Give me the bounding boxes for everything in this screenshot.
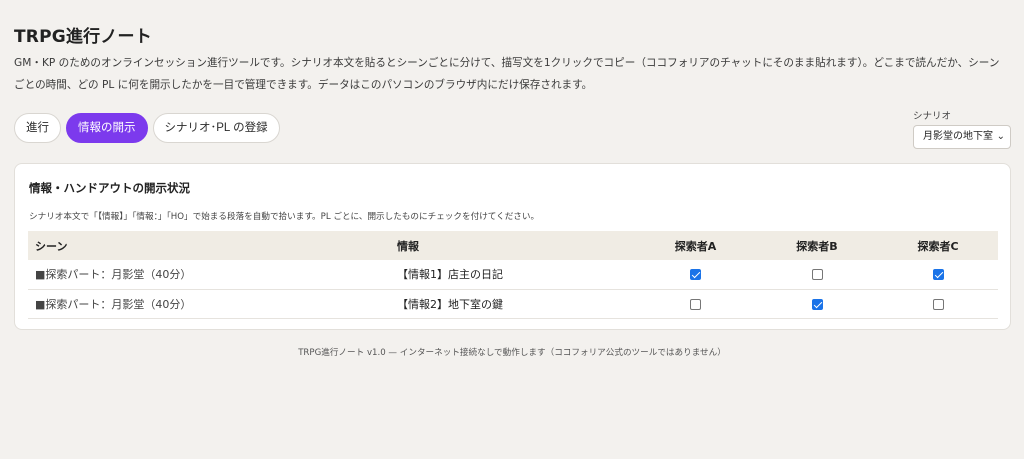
disclosure-checkbox[interactable]: [932, 269, 944, 281]
disclosure-card: 情報・ハンドアウトの開示状況 シナリオ本文で「【情報】」「情報：」「HO」で始ま…: [14, 163, 1011, 330]
scenario-select-value: 月影堂の地下室: [923, 131, 993, 142]
tab-progress[interactable]: 進行: [14, 113, 61, 143]
row-info: 【情報2】地下室の鍵: [397, 297, 503, 311]
table-row: ■探索パート：月影堂（40分） 【情報1】店主の日記: [28, 260, 998, 289]
tab-bar: 進行 情報の開示 シナリオ･PL の登録: [14, 113, 280, 143]
column-header-scene: シーン: [35, 239, 68, 253]
table-row: ■探索パート：月影堂（40分） 【情報2】地下室の鍵: [28, 289, 998, 318]
scenario-select[interactable]: 月影堂の地下室 ⌄: [913, 125, 1011, 149]
page: TRPG進行ノート GM・KP のためのオンラインセッション進行ツールです。シナ…: [0, 0, 1024, 459]
column-header-player-a: 探索者A: [674, 239, 717, 253]
disclosure-checkbox[interactable]: [811, 269, 823, 281]
disclosure-table: シーン 情報 探索者A 探索者B 探索者C ■探索パート：月影堂（40分） 【情…: [28, 231, 998, 319]
disclosure-checkbox[interactable]: [811, 298, 823, 310]
table-header-row: シーン 情報 探索者A 探索者B 探索者C: [28, 231, 998, 260]
tab-scenario-pl-registration[interactable]: シナリオ･PL の登録: [152, 113, 280, 143]
footer: TRPG進行ノート v1.0 — インターネット接続なしで動作します（ココフォリ…: [298, 348, 726, 358]
disclosure-checkbox[interactable]: [690, 298, 701, 310]
column-header-player-b: 探索者B: [796, 239, 838, 253]
column-header-player-c: 探索者C: [917, 239, 959, 253]
card-note: シナリオ本文で「【情報】」「情報：」「HO」で始まる段落を自動で拾います。PL …: [29, 212, 540, 222]
disclosure-checkbox[interactable]: [932, 298, 944, 310]
app-title: TRPG進行ノート: [14, 27, 152, 47]
row-scene: ■探索パート：月影堂（40分）: [35, 268, 192, 282]
scenario-label: シナリオ: [913, 111, 952, 122]
column-header-info: 情報: [397, 239, 419, 253]
card-title: 情報・ハンドアウトの開示状況: [29, 181, 190, 195]
row-scene: ■探索パート：月影堂（40分）: [35, 297, 192, 311]
disclosure-checkbox[interactable]: [690, 269, 701, 281]
app-description: GM・KP のためのオンラインセッション進行ツールです。シナリオ本文を貼るとシー…: [14, 57, 1000, 91]
row-info: 【情報1】店主の日記: [397, 268, 503, 282]
chevron-down-icon: ⌄: [996, 131, 1005, 142]
tab-info-disclosure[interactable]: 情報の開示: [66, 113, 148, 143]
